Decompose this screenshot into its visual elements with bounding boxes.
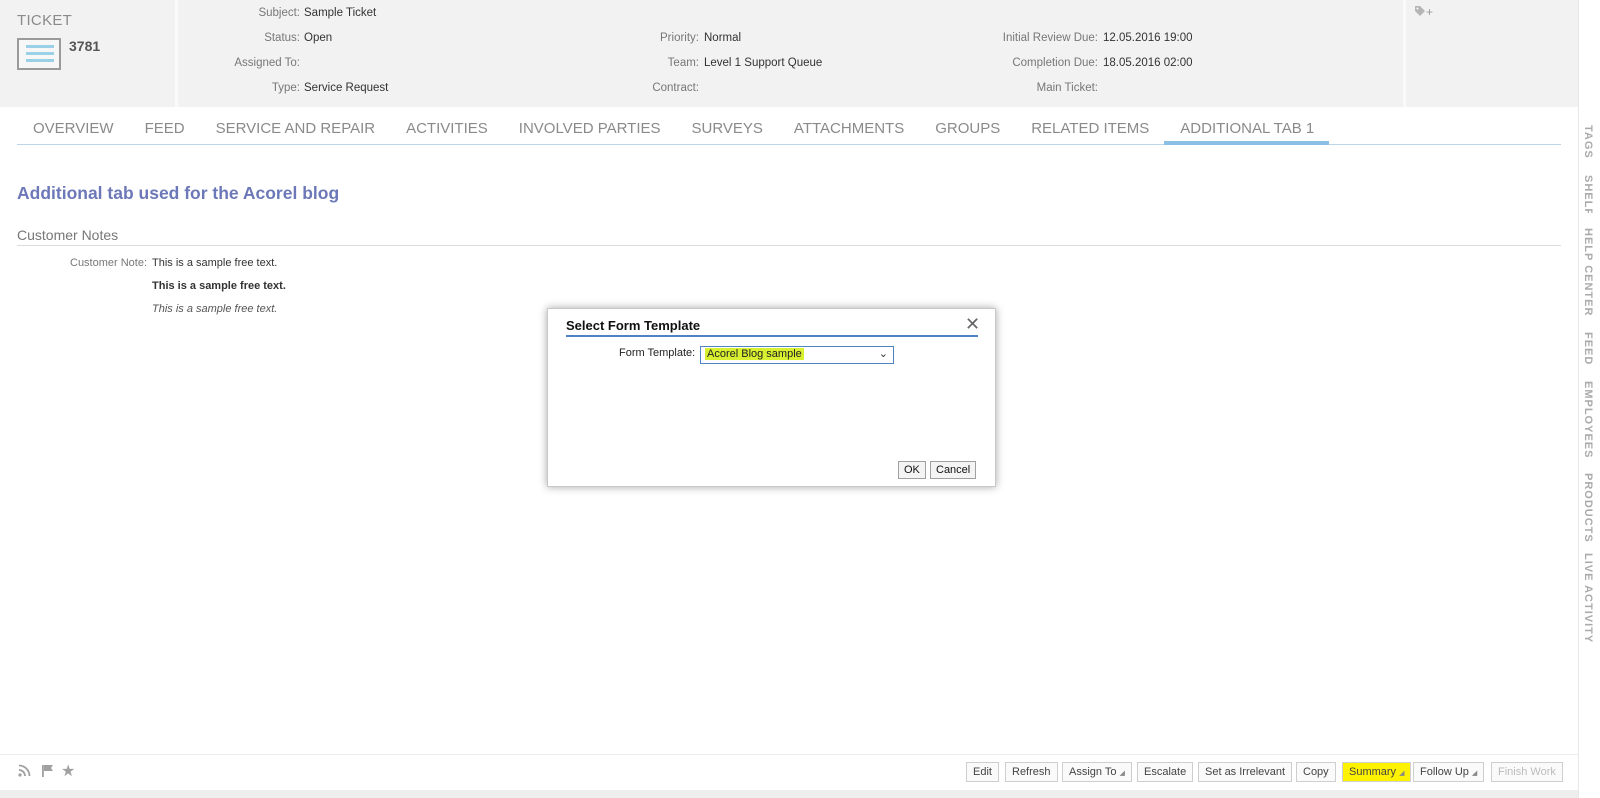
form-template-label: Form Template: <box>619 347 696 359</box>
assign-to-label: Assign To <box>1069 766 1117 778</box>
chevron-down-icon: ◢ <box>1119 770 1125 777</box>
priority-value: Normal <box>704 32 742 44</box>
sidebar-item-help-center[interactable]: HELP CENTER <box>1582 228 1594 316</box>
finish-work-button[interactable]: Finish Work <box>1491 762 1563 782</box>
flag-icon[interactable] <box>41 764 54 780</box>
rss-icon[interactable] <box>18 764 31 780</box>
dialog-title: Select Form Template <box>566 318 701 333</box>
type-value: Service Request <box>304 82 389 94</box>
refresh-button[interactable]: Refresh <box>1005 762 1058 782</box>
tab-overview[interactable]: OVERVIEW <box>17 114 129 145</box>
ticket-header: TICKET 3781 Subject: Sample Ticket Statu… <box>0 0 1578 107</box>
tag-icon <box>1415 6 1425 16</box>
team-label: Team: <box>667 57 699 69</box>
tab-feed[interactable]: FEED <box>129 114 200 145</box>
sidebar-item-products[interactable]: PRODUCTS <box>1582 473 1594 543</box>
assign-to-button[interactable]: Assign To ◢ <box>1062 762 1132 782</box>
completion-value: 18.05.2016 02:00 <box>1103 57 1193 69</box>
tab-groups[interactable]: GROUPS <box>919 114 1015 145</box>
review-value: 12.05.2016 19:00 <box>1103 32 1193 44</box>
assigned-label: Assigned To: <box>234 57 300 69</box>
ticket-id-panel: TICKET 3781 <box>0 0 178 107</box>
tab-activities[interactable]: ACTIVITIES <box>390 114 503 145</box>
sidebar-item-tags[interactable]: TAGS <box>1582 125 1594 159</box>
sidebar-item-shelf[interactable]: SHELF <box>1582 175 1594 213</box>
follow-up-label: Follow Up <box>1420 766 1469 778</box>
chevron-down-icon: ◢ <box>1471 770 1478 777</box>
tab-bar: OVERVIEW FEED SERVICE AND REPAIR ACTIVIT… <box>17 114 1561 145</box>
dialog-title-divider <box>566 335 978 337</box>
bottom-strip <box>0 790 1578 798</box>
ticket-icon <box>17 38 61 70</box>
customer-note-bold: This is a sample free text. <box>152 280 286 292</box>
tab-additional-tab-1[interactable]: ADDITIONAL TAB 1 <box>1164 114 1330 145</box>
page-title: Additional tab used for the Acorel blog <box>17 183 340 203</box>
copy-button[interactable]: Copy <box>1296 762 1336 782</box>
sidebar-item-feed[interactable]: FEED <box>1582 332 1594 366</box>
chevron-down-icon: ◢ <box>1399 770 1405 777</box>
follow-up-button[interactable]: Follow Up ◢ <box>1413 762 1485 782</box>
status-label: Status: <box>264 32 300 44</box>
ticket-number: 3781 <box>69 38 101 54</box>
tab-related-items[interactable]: RELATED ITEMS <box>1015 114 1164 145</box>
subject-value: Sample Ticket <box>304 7 377 19</box>
chevron-down-icon: ⌄ <box>878 348 888 360</box>
contract-label: Contract: <box>652 82 699 94</box>
form-template-select[interactable]: Acorel Blog sample ⌄ <box>700 346 894 364</box>
ticket-label: TICKET <box>17 12 73 29</box>
close-icon[interactable]: ✕ <box>965 314 980 335</box>
ok-button[interactable]: OK <box>898 461 926 479</box>
completion-label: Completion Due: <box>1012 57 1098 69</box>
main-ticket-label: Main Ticket: <box>1036 82 1098 94</box>
review-label: Initial Review Due: <box>1002 32 1098 44</box>
subject-label: Subject: <box>258 7 300 19</box>
add-icon: + <box>1426 5 1434 19</box>
select-form-template-dialog: Select Form Template ✕ Form Template: Ac… <box>547 308 996 487</box>
summary-label: Summary <box>1349 766 1397 778</box>
edit-button[interactable]: Edit <box>966 762 999 782</box>
customer-note-plain: This is a sample free text. <box>152 257 278 269</box>
tab-attachments[interactable]: ATTACHMENTS <box>778 114 919 145</box>
customer-note-italic: This is a sample free text. <box>152 303 278 315</box>
right-sidebar: TAGS SHELF HELP CENTER FEED EMPLOYEES PR… <box>1578 0 1600 798</box>
tags-panel: + <box>1403 0 1578 107</box>
tab-involved-parties[interactable]: INVOLVED PARTIES <box>503 114 676 145</box>
footer-toolbar: ★ Edit Refresh Assign To ◢ Escalate Set a… <box>0 754 1578 790</box>
status-value: Open <box>304 32 333 44</box>
form-template-selected: Acorel Blog sample <box>705 348 804 360</box>
summary-button[interactable]: Summary ◢ <box>1342 762 1412 782</box>
type-label: Type: <box>271 82 300 94</box>
tab-surveys[interactable]: SURVEYS <box>676 114 778 145</box>
set-as-irrelevant-button[interactable]: Set as Irrelevant <box>1198 762 1293 782</box>
sidebar-item-live-activity[interactable]: LIVE ACTIVITY <box>1582 553 1594 647</box>
star-icon[interactable]: ★ <box>61 761 75 781</box>
sidebar-item-employees[interactable]: EMPLOYEES <box>1582 381 1594 461</box>
team-value: Level 1 Support Queue <box>704 57 823 69</box>
tab-service-and-repair[interactable]: SERVICE AND REPAIR <box>200 114 391 145</box>
cancel-button[interactable]: Cancel <box>930 461 977 479</box>
customer-note-label: Customer Note: <box>70 257 148 269</box>
add-tag-button[interactable]: + <box>1414 5 1433 19</box>
priority-label: Priority: <box>660 32 699 44</box>
customer-notes-header: Customer Notes <box>17 227 1561 246</box>
escalate-button[interactable]: Escalate <box>1137 762 1194 782</box>
